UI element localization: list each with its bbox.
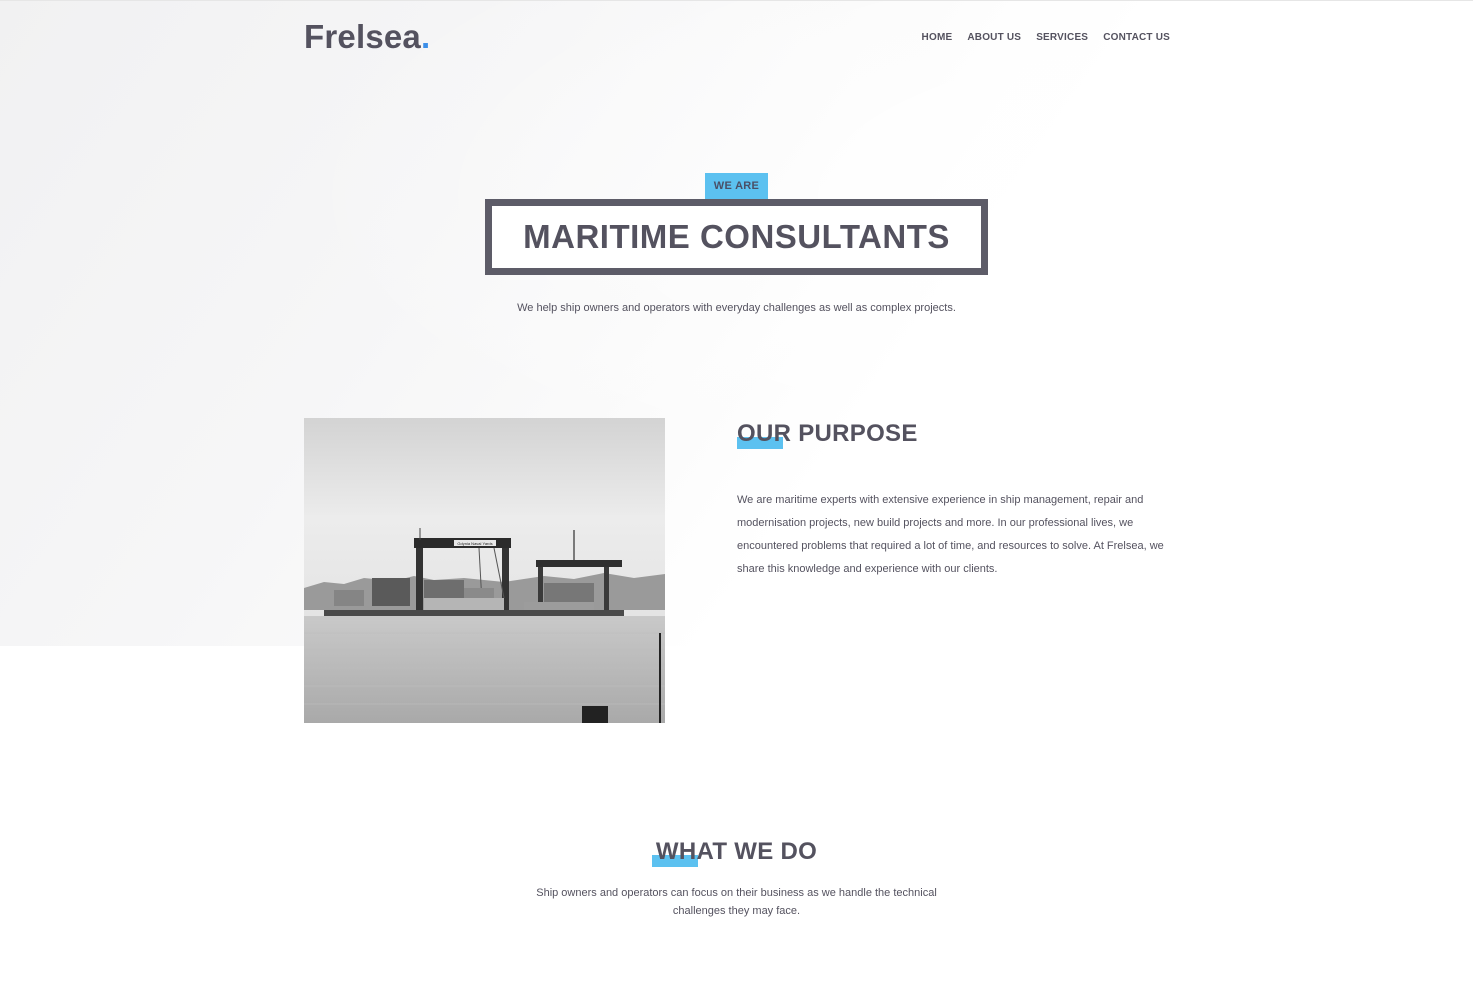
purpose-heading: OUR PURPOSE (737, 420, 918, 447)
hero-title: MARITIME CONSULTANTS (523, 218, 950, 255)
hero-subtitle: We help ship owners and operators with e… (517, 302, 956, 314)
what-we-do-heading: WHAT WE DO (655, 838, 818, 865)
nav-home[interactable]: HOME (922, 32, 953, 43)
logo-dot: . (420, 18, 431, 55)
logo-text: Frelsea (304, 18, 421, 55)
nav-about-us[interactable]: ABOUT US (967, 32, 1021, 43)
what-we-do-text: Ship owners and operators can focus on t… (536, 887, 937, 917)
shipyard-photo: Gdynia Naval Yards (304, 418, 665, 723)
crane-sign: Gdynia Naval Yards (457, 541, 492, 546)
logo[interactable]: Frelsea. (304, 18, 430, 56)
nav-services[interactable]: SERVICES (1036, 32, 1088, 43)
nav-contact-us[interactable]: CONTACT US (1103, 32, 1170, 43)
main-nav: HOME ABOUT US SERVICES CONTACT US (922, 32, 1170, 43)
purpose-text: We are maritime experts with extensive e… (737, 494, 1164, 575)
hero-title-box: MARITIME CONSULTANTS (485, 199, 988, 275)
hero-badge: WE ARE (705, 173, 768, 199)
